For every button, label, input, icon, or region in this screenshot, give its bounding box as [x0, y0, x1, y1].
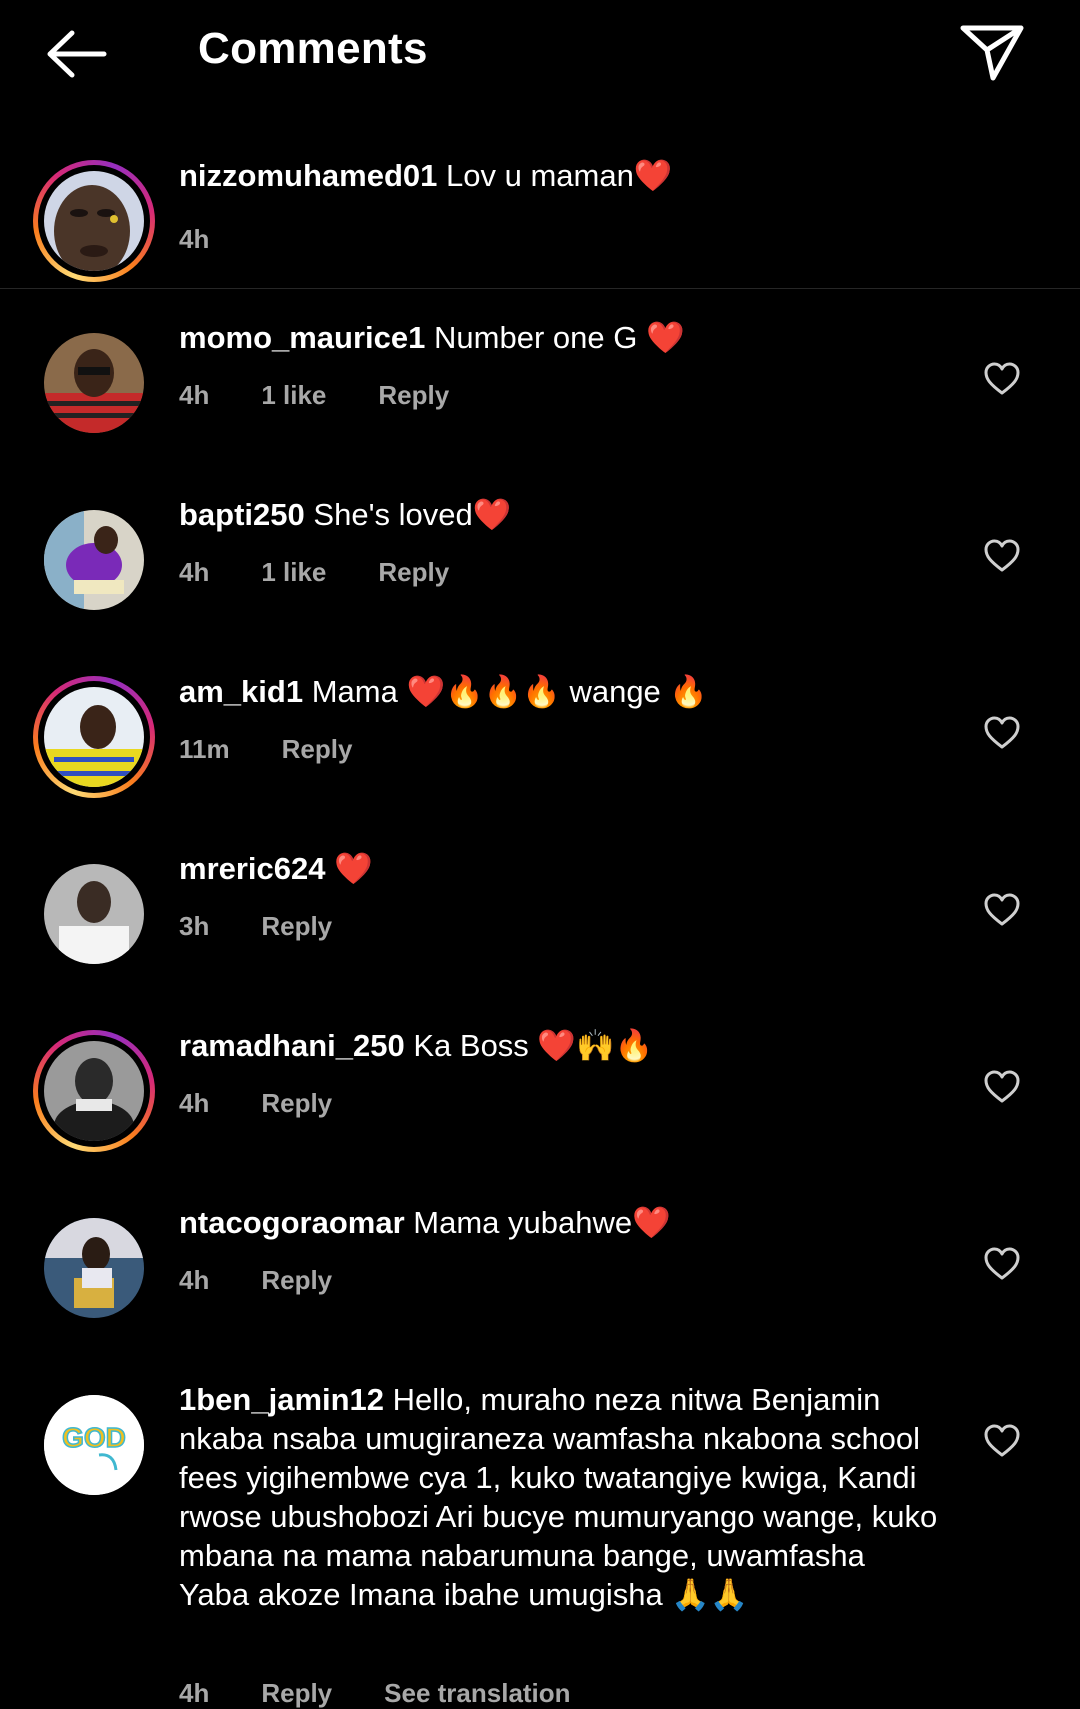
caption-body: Lov u maman❤️: [446, 158, 673, 193]
comment-time: 4h: [179, 380, 210, 410]
page-title: Comments: [198, 24, 428, 73]
avatar[interactable]: GOD: [44, 1395, 144, 1495]
comment-meta: 4h 1 like Reply: [179, 380, 501, 411]
reply-button[interactable]: Reply: [261, 1088, 332, 1118]
comment-time: 4h: [179, 557, 210, 587]
avatar[interactable]: [44, 333, 144, 433]
caption-meta: 4h: [179, 224, 261, 255]
avatar: [44, 171, 144, 271]
comment-body: Mama yubahwe❤️: [413, 1205, 671, 1240]
heart-outline-icon[interactable]: [984, 1424, 1020, 1458]
avatar[interactable]: [44, 510, 144, 610]
comment-body: ❤️: [334, 851, 373, 886]
comment-text: bapti250 She's loved❤️: [179, 495, 939, 534]
comment-body: Number one G ❤️: [434, 320, 685, 355]
comment-time: 4h: [179, 1678, 210, 1708]
comment-text: ntacogoraomar Mama yubahwe❤️: [179, 1203, 939, 1242]
heart-outline-icon[interactable]: [984, 362, 1020, 396]
heart-outline-icon[interactable]: [984, 893, 1020, 927]
comment-username[interactable]: momo_maurice1: [179, 320, 425, 355]
comment-username[interactable]: 1ben_jamin12: [179, 1382, 384, 1417]
story-ring[interactable]: [33, 160, 155, 282]
reply-button[interactable]: Reply: [378, 557, 449, 587]
heart-outline-icon[interactable]: [984, 1070, 1020, 1104]
comment-username[interactable]: ntacogoraomar: [179, 1205, 405, 1240]
comment-time: 4h: [179, 1265, 210, 1295]
story-ring[interactable]: [33, 1030, 155, 1152]
comment-text: mreric624 ❤️: [179, 849, 939, 888]
like-count[interactable]: 1 like: [261, 557, 326, 587]
avatar: [44, 1041, 144, 1141]
heart-outline-icon[interactable]: [984, 716, 1020, 750]
comment-time: 11m: [179, 734, 230, 764]
top-bar: Comments: [0, 0, 1080, 110]
comment-username[interactable]: ramadhani_250: [179, 1028, 405, 1063]
like-count[interactable]: 1 like: [261, 380, 326, 410]
comment-username[interactable]: mreric624: [179, 851, 326, 886]
comment-username[interactable]: am_kid1: [179, 674, 303, 709]
comment-time: 4h: [179, 1088, 210, 1118]
avatar-logo-text: GOD: [62, 1422, 126, 1453]
comment-meta: 4h Reply: [179, 1265, 384, 1296]
post-caption: nizzomuhamed01 Lov u maman❤️ 4h: [0, 150, 1080, 289]
comment-time: 3h: [179, 911, 210, 941]
paper-plane-icon: [960, 25, 1024, 81]
reply-button[interactable]: Reply: [261, 1265, 332, 1295]
back-button[interactable]: [40, 22, 112, 86]
avatar[interactable]: [44, 1218, 144, 1318]
avatar: [44, 687, 144, 787]
comment-meta: 3h Reply: [179, 911, 384, 942]
caption-username[interactable]: nizzomuhamed01: [179, 158, 437, 193]
comment-text: 1ben_jamin12 Hello, muraho neza nitwa Be…: [179, 1380, 939, 1614]
comment-text: momo_maurice1 Number one G ❤️: [179, 318, 939, 357]
comment-text: ramadhani_250 Ka Boss ❤️🙌🔥: [179, 1026, 939, 1065]
reply-button[interactable]: Reply: [378, 380, 449, 410]
reply-button[interactable]: Reply: [261, 1678, 332, 1708]
comment-meta: 4h 1 like Reply: [179, 557, 501, 588]
avatar[interactable]: [44, 864, 144, 964]
heart-outline-icon[interactable]: [984, 539, 1020, 573]
share-button[interactable]: [954, 18, 1030, 86]
comment-body: She's loved❤️: [313, 497, 512, 532]
comment-meta: 4h Reply See translation: [179, 1678, 623, 1709]
story-ring[interactable]: [33, 676, 155, 798]
comment-meta: 11m Reply: [179, 734, 404, 765]
comment-username[interactable]: bapti250: [179, 497, 305, 532]
comment-body: Ka Boss ❤️🙌🔥: [413, 1028, 654, 1063]
comment-body: Mama ❤️🔥🔥🔥 wange 🔥: [311, 674, 709, 709]
caption-time: 4h: [179, 224, 210, 254]
see-translation-button[interactable]: See translation: [384, 1678, 570, 1708]
reply-button[interactable]: Reply: [261, 911, 332, 941]
caption-text: nizzomuhamed01 Lov u maman❤️: [179, 156, 939, 195]
arrow-left-icon: [47, 30, 107, 78]
reply-button[interactable]: Reply: [282, 734, 353, 764]
comment-text: am_kid1 Mama ❤️🔥🔥🔥 wange 🔥: [179, 672, 939, 711]
comment-meta: 4h Reply: [179, 1088, 384, 1119]
heart-outline-icon[interactable]: [984, 1247, 1020, 1281]
